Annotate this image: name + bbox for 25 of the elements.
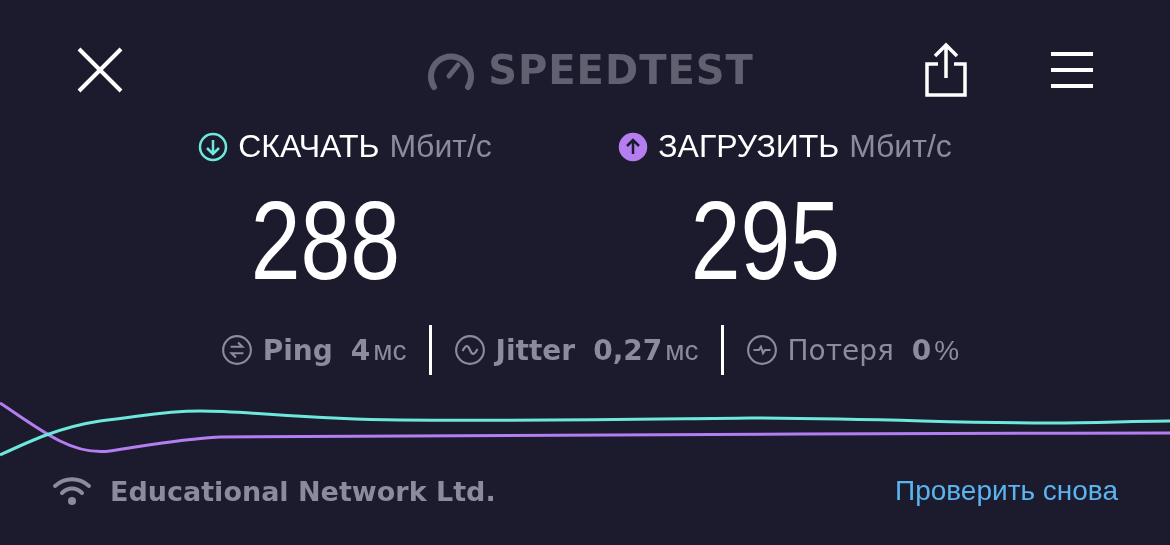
metric-label: СКАЧАТЬ	[238, 128, 380, 165]
stat-label: Ping	[262, 333, 333, 367]
wave-icon	[453, 334, 486, 366]
stat-value: 4	[350, 333, 371, 367]
pulse-icon	[745, 334, 778, 366]
network-name: Educational Network Ltd.	[110, 475, 496, 507]
metric-unit: Мбит/с	[849, 128, 952, 165]
stat-unit: %	[934, 334, 960, 367]
stat-label: Jitter	[495, 333, 576, 367]
metric-label: ЗАГРУЗИТЬ	[658, 128, 840, 165]
wifi-icon	[52, 475, 92, 507]
stat-unit: мс	[373, 334, 407, 367]
metric-unit: Мбит/с	[389, 128, 492, 165]
stat-label: Потеря	[787, 333, 894, 367]
logo-text: SPEEDTEST	[488, 47, 754, 93]
arrows-icon	[220, 334, 253, 366]
close-button[interactable]	[75, 45, 125, 95]
stat-unit: мс	[665, 334, 699, 367]
speed-value: 288	[250, 185, 400, 297]
stat-value: 0,27	[593, 333, 663, 367]
share-button[interactable]	[923, 42, 969, 98]
menu-button[interactable]	[1049, 50, 1095, 90]
stat-value: 0	[911, 333, 932, 367]
speed-value: 295	[690, 185, 840, 297]
retest-link[interactable]: Проверить снова	[895, 475, 1118, 507]
